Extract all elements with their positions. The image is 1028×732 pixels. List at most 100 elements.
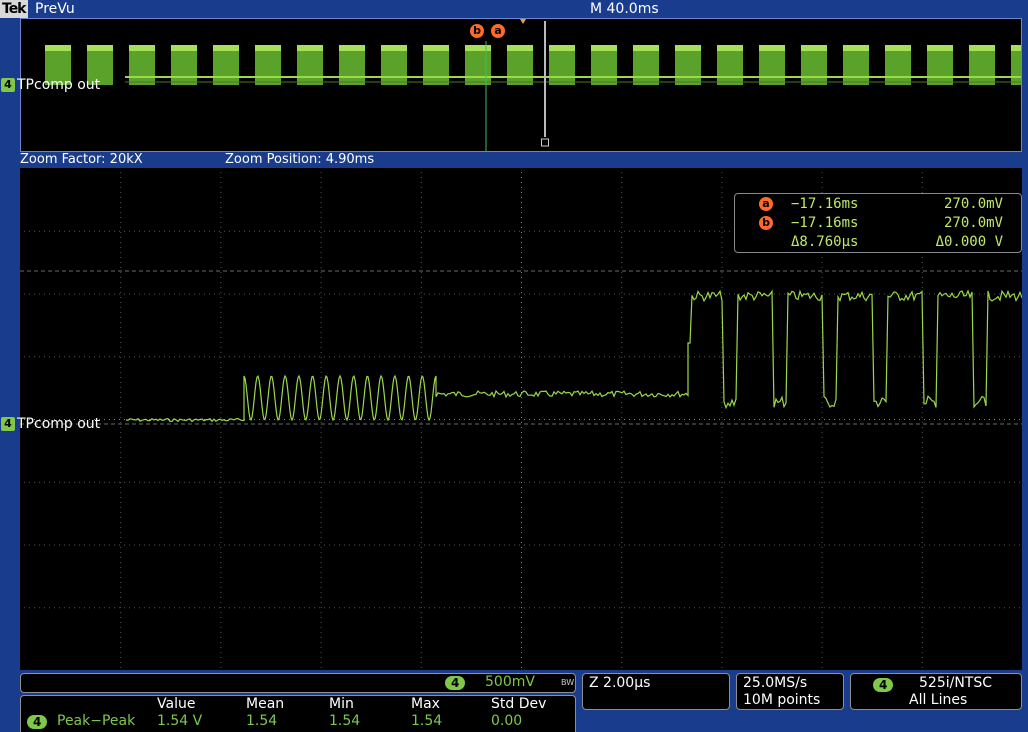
- grid-dot: [524, 293, 525, 295]
- grid-dot: [464, 230, 465, 232]
- grid-dot: [834, 607, 835, 609]
- grid-dot: [309, 544, 310, 546]
- grid-dot: [521, 292, 522, 293]
- grid-dot: [944, 356, 945, 358]
- grid-dot: [721, 657, 723, 658]
- grid-dot: [220, 367, 222, 368]
- grid-dot: [534, 293, 535, 295]
- cursor-a-marker[interactable]: a: [491, 24, 505, 38]
- grid-dot: [774, 419, 775, 420]
- trigger-position-marker[interactable]: [520, 19, 526, 24]
- grid-dot: [119, 293, 120, 295]
- grid-dot: [420, 472, 422, 473]
- grid-dot: [420, 187, 422, 188]
- grid-dot: [364, 607, 365, 609]
- grid-dot: [399, 419, 400, 420]
- grid-dot: [721, 497, 723, 498]
- acquisition-panel[interactable]: 25.0MS/s 10M points: [736, 673, 844, 710]
- grid-dot: [389, 607, 390, 609]
- grid-dot: [354, 230, 355, 232]
- grid-dot: [539, 481, 540, 483]
- grid-dot: [420, 457, 422, 458]
- grid-dot: [679, 293, 680, 295]
- grid-dot: [604, 230, 605, 232]
- grid-dot: [264, 481, 265, 483]
- grid-dot: [654, 230, 655, 232]
- grid-dot: [499, 544, 500, 546]
- grid-dot: [559, 293, 560, 295]
- grid-dot: [864, 607, 865, 609]
- grid-dot: [559, 230, 560, 232]
- grid-dot: [220, 472, 222, 473]
- grid-dot: [234, 293, 235, 295]
- grid-dot: [120, 182, 122, 183]
- grid-dot: [664, 419, 665, 420]
- zoom-window-box[interactable]: [541, 138, 549, 147]
- grid-dot: [721, 252, 723, 253]
- grid-dot: [74, 481, 75, 483]
- grid-dot: [1009, 356, 1010, 358]
- grid-dot: [659, 544, 660, 546]
- grid-dot: [264, 356, 265, 358]
- trigger-panel[interactable]: 4 525i/NTSC All Lines: [850, 673, 1022, 710]
- grid-dot: [521, 552, 522, 553]
- grid-dot: [959, 419, 960, 420]
- grid-dot: [621, 467, 623, 468]
- grid-dot: [320, 597, 322, 598]
- grid-dot: [1009, 544, 1010, 546]
- grid-dot: [954, 419, 955, 420]
- grid-dot: [420, 527, 422, 528]
- grid-dot: [320, 212, 322, 213]
- horizontal-scale-readout[interactable]: M 40.0ms: [590, 0, 659, 18]
- grid-dot: [609, 607, 610, 609]
- grid-dot: [821, 267, 823, 268]
- grid-dot: [264, 544, 265, 546]
- grid-dot: [521, 637, 522, 638]
- grid-dot: [984, 419, 985, 420]
- grid-dot: [279, 293, 280, 295]
- grid-dot: [34, 230, 35, 232]
- measurement-panel[interactable]: Value Mean Min Max Std Dev 4 Peak−Peak 1…: [20, 695, 576, 732]
- grid-dot: [839, 356, 840, 358]
- grid-dot: [859, 356, 860, 358]
- grid-dot: [939, 481, 940, 483]
- grid-dot: [774, 293, 775, 295]
- grid-dot: [869, 544, 870, 546]
- grid-dot: [619, 419, 620, 420]
- grid-dot: [521, 347, 522, 348]
- grid-dot: [444, 293, 445, 295]
- cursor-b-marker[interactable]: b: [470, 24, 484, 38]
- grid-dot: [249, 293, 250, 295]
- trigger-video-standard: 525i/NTSC: [919, 675, 993, 691]
- zoom-graticule[interactable]: a −17.16ms 270.0mV b −17.16ms 270.0mV Δ8…: [20, 168, 1022, 670]
- grid-dot: [521, 492, 522, 493]
- grid-dot: [721, 412, 723, 413]
- grid-dot: [921, 487, 923, 488]
- grid-dot: [120, 637, 122, 638]
- grid-dot: [220, 277, 222, 278]
- grid-dot: [944, 544, 945, 546]
- grid-dot: [89, 544, 90, 546]
- grid-dot: [921, 647, 923, 648]
- grid-dot: [621, 177, 623, 178]
- zoom-scale-panel[interactable]: Z 2.00µs: [582, 673, 730, 710]
- grid-dot: [269, 356, 270, 358]
- overview-channel-label[interactable]: 4 TPcomp out: [1, 77, 100, 93]
- grid-dot: [854, 607, 855, 609]
- measurement-mean: 1.54: [246, 713, 278, 729]
- grid-dot: [220, 182, 222, 183]
- grid-dot: [209, 544, 210, 546]
- grid-dot: [719, 607, 720, 609]
- channel-4-scale-panel[interactable]: 4 500mV BW: [20, 673, 576, 693]
- grid-dot: [274, 293, 275, 295]
- record-overview[interactable]: b a: [20, 18, 1022, 152]
- grid-dot: [884, 481, 885, 483]
- grid-dot: [304, 230, 305, 232]
- main-channel-label[interactable]: 4 TPcomp out: [1, 416, 100, 432]
- grid-dot: [921, 572, 923, 573]
- grid-dot: [420, 307, 422, 308]
- grid-dot: [921, 372, 923, 373]
- grid-dot: [420, 222, 422, 223]
- grid-dot: [514, 293, 515, 295]
- grid-dot: [699, 356, 700, 358]
